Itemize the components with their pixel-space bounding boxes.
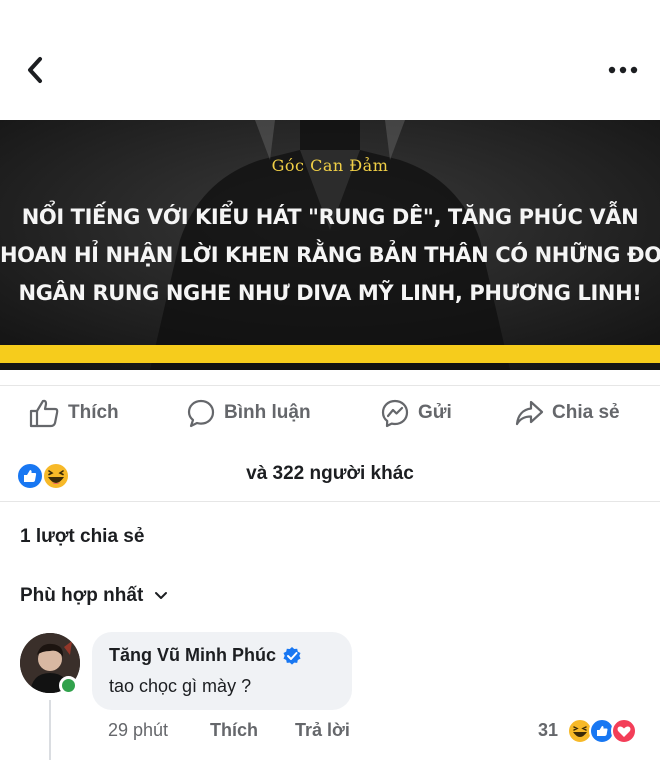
headline-line: NGÂN RUNG NGHE NHƯ DIVA MỸ LINH, PHƯƠNG … (18, 281, 642, 305)
comment-author[interactable]: Tăng Vũ Minh Phúc (109, 645, 302, 666)
like-reaction-icon (589, 718, 615, 744)
verified-badge-icon (283, 646, 301, 665)
more-dots-icon (608, 66, 638, 74)
back-arrow-icon (28, 57, 42, 83)
comment-reaction-count[interactable]: 31 (538, 720, 558, 741)
reactions-summary[interactable]: và 322 người khác (0, 450, 660, 502)
sort-label: Phù hợp nhất (20, 585, 144, 606)
comment-icon (187, 399, 215, 428)
like-icon (29, 399, 59, 428)
comment-text: tao chọc gì mày ? (109, 676, 252, 696)
comment-button[interactable]: Bình luận (186, 396, 311, 430)
headline-line: NỔI TIẾNG VỚI KIỂU HÁT "RUNG DÊ", TĂNG P… (21, 205, 639, 229)
back-button[interactable] (22, 55, 50, 85)
like-label: Thích (68, 402, 119, 423)
share-count[interactable]: 1 lượt chia sẻ (20, 526, 144, 548)
comment-timestamp[interactable]: 29 phút (108, 720, 168, 741)
haha-reaction-icon (567, 718, 593, 744)
reactions-count-text: và 322 người khác (246, 463, 414, 484)
love-reaction-icon (611, 718, 637, 744)
comment-label: Bình luận (224, 402, 311, 423)
messenger-icon (381, 399, 409, 428)
send-label: Gửi (418, 402, 452, 423)
share-button[interactable]: Chia sẻ (514, 396, 620, 430)
comment-sort-dropdown[interactable]: Phù hợp nhất (20, 585, 169, 607)
send-button[interactable]: Gửi (380, 396, 452, 430)
thread-connector (49, 700, 51, 760)
author-name: Tăng Vũ Minh Phúc (109, 645, 276, 665)
comment-bubble[interactable]: Tăng Vũ Minh Phúc tao chọc gì mày ? (92, 632, 352, 710)
post-headline: NỔI TIẾNG VỚI KIỂU HÁT "RUNG DÊ", TĂNG P… (0, 198, 660, 312)
share-label: Chia sẻ (552, 402, 620, 423)
post-image[interactable]: Góc Can Đảm NỔI TIẾNG VỚI KIỂU HÁT "RUNG… (0, 120, 660, 370)
top-bar (0, 0, 660, 120)
online-status-indicator (59, 676, 78, 695)
comment-reply-button[interactable]: Trả lời (295, 720, 350, 741)
action-bar: Thích Bình luận Gửi Chia sẻ (0, 385, 660, 440)
comment-like-button[interactable]: Thích (210, 720, 258, 741)
chevron-down-icon (155, 592, 168, 599)
share-icon (515, 400, 544, 426)
headline-line: HOAN HỈ NHẬN LỜI KHEN RẰNG BẢN THÂN CÓ N… (0, 243, 660, 267)
brand-watermark: Góc Can Đảm (271, 156, 389, 175)
comment-reaction-icons[interactable] (566, 717, 642, 745)
accent-bar (0, 345, 660, 363)
more-options-button[interactable] (606, 60, 640, 80)
like-button[interactable]: Thích (28, 396, 119, 430)
